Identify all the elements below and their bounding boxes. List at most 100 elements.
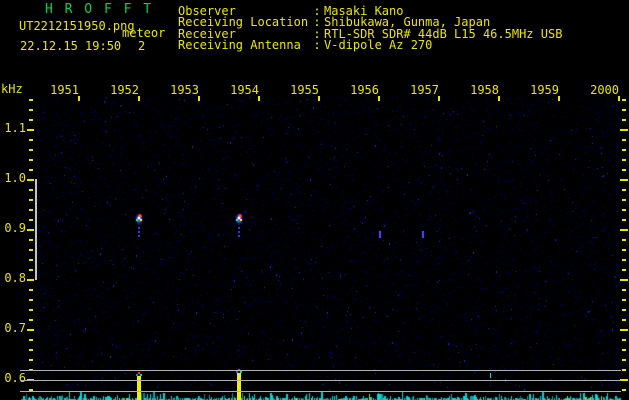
time-tick-label: 1956 bbox=[350, 83, 379, 97]
freq-tick-label: 0.8 bbox=[4, 271, 26, 285]
freq-minor-tick bbox=[29, 199, 33, 201]
freq-tick-label: 1.0 bbox=[4, 171, 26, 185]
time-tick-label: 1951 bbox=[50, 83, 79, 97]
freq-minor-tick-right bbox=[622, 219, 626, 221]
time-tick bbox=[258, 96, 260, 101]
freq-minor-tick-right bbox=[622, 189, 626, 191]
freq-minor-tick bbox=[29, 259, 33, 261]
freq-minor-tick-right bbox=[622, 289, 626, 291]
station-info-row: Receiving Antenna: V-dipole Az 270 bbox=[178, 38, 562, 53]
freq-tick-label: 1.1 bbox=[4, 121, 26, 135]
time-tick bbox=[558, 96, 560, 101]
freq-major-tick bbox=[27, 129, 34, 131]
datetime-label: 22.12.15 19:50 bbox=[20, 39, 122, 53]
time-tick-label: 1958 bbox=[470, 83, 499, 97]
freq-minor-tick bbox=[29, 339, 33, 341]
freq-minor-tick bbox=[29, 109, 33, 111]
time-tick bbox=[198, 96, 200, 101]
freq-minor-tick-right bbox=[622, 169, 626, 171]
freq-minor-tick bbox=[29, 249, 33, 251]
freq-major-tick-right bbox=[620, 179, 628, 181]
freq-minor-tick-right bbox=[622, 389, 626, 391]
time-tick-label: 1959 bbox=[530, 83, 559, 97]
freq-minor-tick-right bbox=[622, 319, 626, 321]
freq-minor-tick-right bbox=[622, 259, 626, 261]
app-title: H R O F F T bbox=[45, 2, 154, 17]
time-tick-label: 1954 bbox=[230, 83, 259, 97]
capture-filename: UT2212151950.png bbox=[19, 19, 135, 33]
freq-minor-tick bbox=[29, 189, 33, 191]
freq-minor-tick bbox=[29, 239, 33, 241]
freq-minor-tick-right bbox=[622, 349, 626, 351]
freq-major-tick-right bbox=[620, 229, 628, 231]
freq-minor-tick-right bbox=[622, 239, 626, 241]
freq-minor-tick-right bbox=[622, 359, 626, 361]
freq-minor-tick bbox=[29, 149, 33, 151]
freq-minor-tick bbox=[29, 99, 33, 101]
freq-major-tick bbox=[27, 229, 34, 231]
time-tick-label: 1957 bbox=[410, 83, 439, 97]
freq-minor-tick-right bbox=[622, 119, 626, 121]
time-tick-label: 1953 bbox=[170, 83, 199, 97]
freq-minor-tick bbox=[29, 159, 33, 161]
freq-major-tick-right bbox=[620, 279, 628, 281]
time-tick bbox=[78, 96, 80, 101]
mode-label: meteor bbox=[122, 26, 166, 40]
echo-count: 2 bbox=[138, 39, 146, 53]
freq-minor-tick bbox=[29, 219, 33, 221]
reference-line bbox=[20, 391, 621, 392]
freq-major-tick bbox=[27, 179, 34, 181]
freq-major-tick bbox=[27, 329, 34, 331]
freq-minor-tick bbox=[29, 169, 33, 171]
reference-line bbox=[20, 370, 621, 371]
freq-minor-tick-right bbox=[622, 249, 626, 251]
freq-minor-tick-right bbox=[622, 369, 626, 371]
freq-minor-tick-right bbox=[622, 159, 626, 161]
calibration-bar bbox=[35, 179, 37, 280]
freq-minor-tick-right bbox=[622, 139, 626, 141]
freq-tick-label: 0.7 bbox=[4, 321, 26, 335]
time-tick bbox=[378, 96, 380, 101]
freq-minor-tick-right bbox=[622, 309, 626, 311]
freq-minor-tick bbox=[29, 289, 33, 291]
freq-minor-tick bbox=[29, 299, 33, 301]
hrofft-screen: 1951 1952 1953 1954 1955 1956 1957 1958 1959 2000… bbox=[0, 0, 629, 400]
freq-minor-tick bbox=[29, 309, 33, 311]
info-label: Receiving Antenna bbox=[178, 38, 301, 53]
freq-major-tick bbox=[27, 279, 34, 281]
freq-minor-tick bbox=[29, 349, 33, 351]
freq-major-tick-right bbox=[620, 129, 628, 131]
freq-minor-tick bbox=[29, 209, 33, 211]
time-tick-label: 1952 bbox=[110, 83, 139, 97]
time-tick bbox=[318, 96, 320, 101]
freq-minor-tick-right bbox=[622, 199, 626, 201]
freq-tick-label: 0.6 bbox=[4, 371, 26, 385]
freq-minor-tick bbox=[29, 119, 33, 121]
freq-tick-label: 0.9 bbox=[4, 221, 26, 235]
freq-minor-tick bbox=[29, 359, 33, 361]
station-info: Observer: Masaki Kano Receiving Location: S… bbox=[178, 5, 562, 51]
freq-minor-tick-right bbox=[622, 269, 626, 271]
time-tick-label: 1955 bbox=[290, 83, 319, 97]
freq-minor-tick-right bbox=[622, 149, 626, 151]
time-tick bbox=[438, 96, 440, 101]
info-colon: : bbox=[313, 38, 321, 53]
freq-minor-tick-right bbox=[622, 299, 626, 301]
freq-minor-tick-right bbox=[622, 209, 626, 211]
freq-minor-tick bbox=[29, 139, 33, 141]
time-tick bbox=[618, 96, 620, 101]
info-value: V-dipole Az 270 bbox=[324, 38, 433, 53]
reference-line bbox=[20, 380, 621, 381]
freq-minor-tick-right bbox=[622, 109, 626, 111]
axes-layer: 1951 1952 1953 1954 1955 1956 1957 1958 1959 2000… bbox=[0, 0, 629, 400]
freq-minor-tick bbox=[29, 319, 33, 321]
freq-major-tick-right bbox=[620, 329, 628, 331]
time-tick bbox=[498, 96, 500, 101]
freq-minor-tick-right bbox=[622, 339, 626, 341]
freq-major-tick-right bbox=[620, 379, 628, 381]
freq-unit-label: kHz bbox=[1, 82, 23, 96]
freq-minor-tick-right bbox=[622, 99, 626, 101]
time-tick-label: 2000 bbox=[590, 83, 619, 97]
time-tick bbox=[138, 96, 140, 101]
freq-minor-tick bbox=[29, 269, 33, 271]
